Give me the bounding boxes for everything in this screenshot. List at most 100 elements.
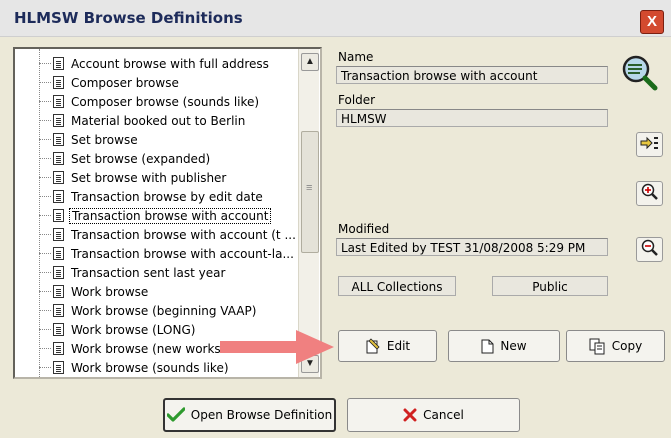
tree-item-label: Set browse with publisher: [71, 170, 227, 185]
copy-button[interactable]: Copy: [566, 330, 665, 362]
tree-item[interactable]: Account browse with full address: [39, 54, 271, 73]
tree-connector: [39, 101, 51, 102]
tree-item[interactable]: Work browse (new works: [39, 339, 223, 358]
tree-item-label: Work browse (sounds like): [71, 360, 229, 375]
search-button[interactable]: [617, 52, 661, 96]
document-icon: [53, 114, 64, 127]
zoom-out-icon: [641, 239, 659, 260]
cancel-label: Cancel: [423, 408, 464, 422]
tree-connector: [39, 63, 51, 64]
document-icon: [53, 190, 64, 203]
new-icon: [481, 339, 494, 354]
tree-item[interactable]: Material booked out to Berlin: [39, 111, 247, 130]
document-icon: [53, 266, 64, 279]
search-icon: [619, 53, 659, 96]
tree-item[interactable]: Composer browse (sounds like): [39, 92, 261, 111]
tree-item[interactable]: Set browse (expanded): [39, 149, 212, 168]
window-title: HLMSW Browse Definitions: [14, 9, 243, 27]
visibility-badge: Public: [492, 276, 608, 296]
tree-item[interactable]: Transaction browse with account: [39, 206, 272, 225]
scroll-thumb[interactable]: [301, 131, 319, 253]
tree-item[interactable]: Transaction browse with account-la...: [39, 244, 296, 263]
name-field: Transaction browse with account: [336, 66, 608, 84]
copy-label: Copy: [611, 339, 643, 353]
tree-item-label: Composer browse: [71, 75, 179, 90]
edit-label: Edit: [386, 339, 411, 353]
tree-connector: [39, 367, 51, 368]
tree-item-label: Work browse (beginning VAAP): [71, 303, 257, 318]
tree-item-label: Transaction browse with account: [69, 207, 272, 224]
document-icon: [53, 285, 64, 298]
document-icon: [53, 304, 64, 317]
tree-item-label: Work browse: [71, 284, 149, 299]
document-icon: [53, 152, 64, 165]
folder-label: Folder: [338, 93, 376, 107]
collections-badge: ALL Collections: [338, 276, 456, 296]
tree-item[interactable]: Transaction browse by edit date: [39, 187, 265, 206]
tree-connector: [39, 215, 51, 216]
document-icon: [53, 57, 64, 70]
zoom-in-button[interactable]: [636, 181, 663, 206]
tree-connector: [39, 139, 51, 140]
tree-scrollbar[interactable]: ▲ ▼: [298, 49, 319, 377]
check-icon: [166, 407, 185, 423]
tree-item-label: Work browse (new works: [71, 341, 221, 356]
document-icon: [53, 209, 64, 222]
tree-connector: [39, 310, 51, 311]
tree-item[interactable]: Work browse: [39, 282, 150, 301]
tree-connector: [39, 120, 51, 121]
document-icon: [53, 228, 64, 241]
tree-item[interactable]: Work browse (beginning VAAP): [39, 301, 258, 320]
tree-item[interactable]: Transaction browse with account (t ...: [39, 225, 298, 244]
modified-label: Modified: [338, 222, 390, 236]
tree-connector: [39, 329, 51, 330]
tree-connector: [39, 196, 51, 197]
tree-connector: [39, 272, 51, 273]
tree-connector: [39, 234, 51, 235]
tree-item-label: Transaction browse with account-la...: [71, 246, 294, 261]
folder-field: HLMSW: [336, 109, 608, 127]
select-pointer-button[interactable]: [636, 132, 663, 157]
tree-item[interactable]: Work browse (LONG): [39, 320, 197, 339]
document-icon: [53, 342, 64, 355]
tree-item-label: Transaction browse by edit date: [71, 189, 263, 204]
name-label: Name: [338, 50, 374, 64]
tree-item[interactable]: Set browse with publisher: [39, 168, 228, 187]
edit-button[interactable]: Edit: [338, 330, 437, 362]
open-browse-definition-button[interactable]: Open Browse Definition: [163, 398, 336, 432]
document-icon: [53, 171, 64, 184]
zoom-in-icon: [641, 183, 659, 204]
tree-connector: [39, 348, 51, 349]
cancel-button[interactable]: Cancel: [347, 398, 520, 432]
tree-item[interactable]: Transaction sent last year: [39, 263, 227, 282]
scroll-up-button[interactable]: ▲: [301, 53, 319, 71]
tree-item[interactable]: Set browse: [39, 130, 140, 149]
pointer-list-icon: [640, 135, 660, 154]
cancel-x-icon: [403, 408, 417, 422]
tree-item-label: Account browse with full address: [71, 56, 269, 71]
open-label: Open Browse Definition: [190, 408, 333, 422]
tree-item[interactable]: Composer browse: [39, 73, 181, 92]
tree-connector: [39, 253, 51, 254]
edit-icon: [365, 338, 381, 354]
tree-item[interactable]: Work browse (sounds like): [39, 358, 231, 377]
tree-item-label: Set browse: [71, 132, 138, 147]
tree-connector: [39, 82, 51, 83]
copy-icon: [589, 338, 606, 355]
tree-item-label: Work browse (LONG): [71, 322, 196, 337]
tree-connector: [39, 158, 51, 159]
modified-field: Last Edited by TEST 31/08/2008 5:29 PM: [336, 238, 608, 256]
document-icon: [53, 133, 64, 146]
tree-item-label: Material booked out to Berlin: [71, 113, 246, 128]
close-button[interactable]: X: [640, 10, 664, 34]
tree-item-label: Composer browse (sounds like): [71, 94, 260, 109]
document-icon: [53, 76, 64, 89]
tree-item-label: Transaction sent last year: [71, 265, 226, 280]
title-bar: HLMSW Browse Definitions X: [0, 0, 671, 37]
tree-item-label: Transaction browse with account (t ...: [71, 227, 296, 242]
new-label: New: [500, 339, 527, 353]
tree-connector: [39, 291, 51, 292]
zoom-out-button[interactable]: [636, 237, 663, 262]
document-icon: [53, 361, 64, 374]
new-button[interactable]: New: [448, 330, 560, 362]
